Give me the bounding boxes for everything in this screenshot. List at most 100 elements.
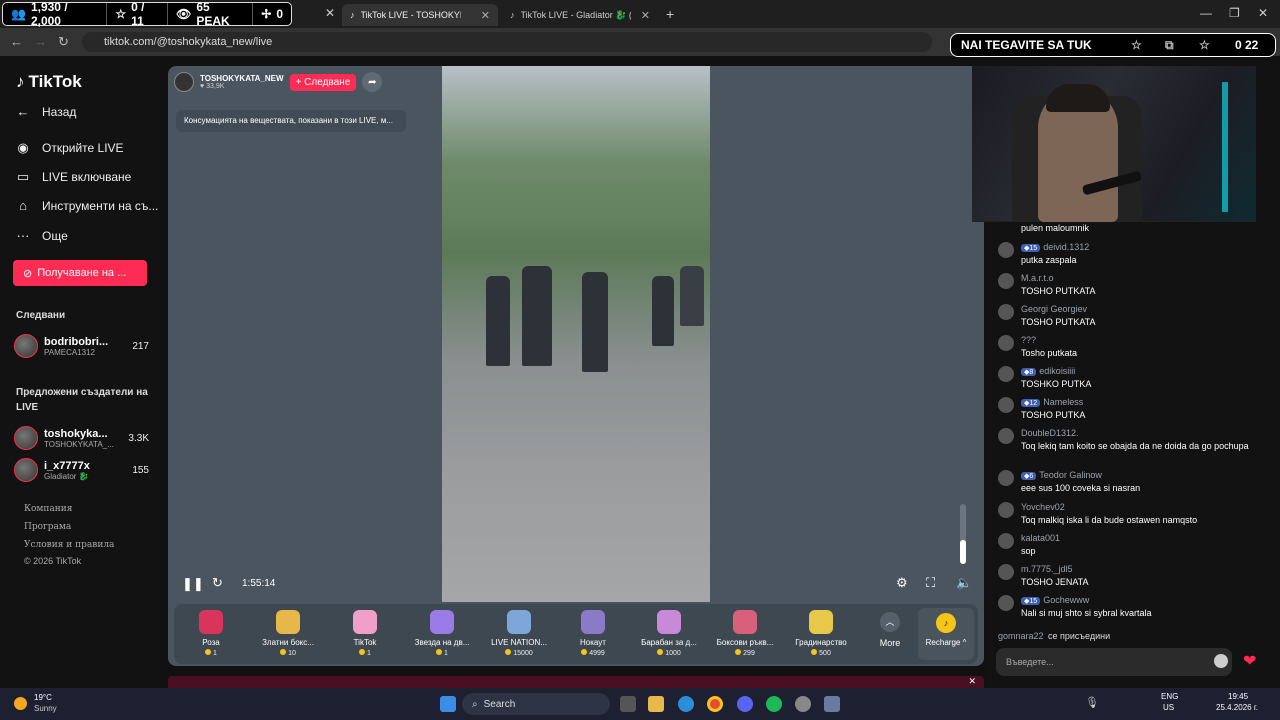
- host-avatar[interactable]: [174, 72, 194, 92]
- mic-icon[interactable]: 🎙: [1085, 696, 1099, 709]
- clock-date[interactable]: 25.4.2026 г.: [1216, 703, 1258, 712]
- live-discover-icon: ◉: [17, 140, 29, 155]
- avatar[interactable]: [998, 595, 1014, 611]
- gift-item[interactable]: TikTok 1: [328, 610, 402, 657]
- gift-icon: [276, 610, 300, 634]
- close-tab-icon[interactable]: ✕: [481, 9, 490, 22]
- video-scene: [462, 256, 704, 386]
- overlay-counter: 0 22: [1235, 38, 1259, 52]
- suggested-creator-item[interactable]: i_x7777x Gladiator 🐉 155: [14, 456, 149, 484]
- discord-icon[interactable]: [737, 696, 753, 712]
- weather-temp[interactable]: 19°C: [34, 693, 52, 702]
- live-video[interactable]: [442, 66, 710, 602]
- reload-icon[interactable]: ↻: [58, 34, 69, 50]
- sidebar-item-go-live[interactable]: ▭ LIVE включване: [14, 169, 159, 185]
- forward-arrow-icon[interactable]: →: [34, 34, 47, 49]
- settings-icon[interactable]: [824, 696, 840, 712]
- share-icon[interactable]: ➦: [362, 72, 383, 92]
- clock-time[interactable]: 19:45: [1228, 692, 1248, 701]
- minimize-icon[interactable]: —: [1200, 6, 1212, 20]
- volume-slider[interactable]: [960, 504, 966, 564]
- volume-icon[interactable]: 🔈: [956, 575, 972, 591]
- restore-icon[interactable]: ❐: [1229, 6, 1240, 20]
- tiktok-note-icon: ♪: [16, 72, 25, 91]
- avatar[interactable]: [998, 242, 1014, 258]
- avatar[interactable]: [998, 335, 1014, 351]
- weather-desc[interactable]: Sunny: [34, 704, 57, 713]
- gift-item[interactable]: Роза 1: [174, 610, 248, 657]
- gift-item[interactable]: Златни бокс... 10: [251, 610, 325, 657]
- sidebar-item-discover-live[interactable]: ◉ Открийте LIVE: [14, 140, 159, 156]
- pause-icon[interactable]: ❚❚: [182, 576, 204, 592]
- camera-icon: ▭: [16, 169, 30, 184]
- coin-icon: [359, 649, 366, 655]
- close-tab-icon[interactable]: ✕: [325, 6, 335, 20]
- close-tab-icon[interactable]: ✕: [641, 9, 650, 22]
- chrome-icon[interactable]: [707, 696, 723, 712]
- following-item[interactable]: bodribobri... PAMECA1312 217: [14, 332, 149, 360]
- avatar[interactable]: [998, 366, 1014, 382]
- settings-gear-icon[interactable]: ⚙: [896, 575, 908, 591]
- task-view-icon[interactable]: [620, 696, 636, 712]
- sidebar-item-more[interactable]: ··· Още: [14, 228, 159, 243]
- footer-company-link[interactable]: Компания: [24, 504, 72, 514]
- gift-item[interactable]: Звезда на дв... 1: [405, 610, 479, 657]
- gift-bar: ︿ More ♪ Recharge ^ Роза 1 Златни бокс... 1…: [174, 604, 978, 664]
- get-coins-button[interactable]: ⊘ Получаване на ...: [13, 260, 147, 286]
- app-icon[interactable]: [795, 696, 811, 712]
- coin-icon: [581, 649, 588, 655]
- suggested-creator-item[interactable]: toshokyka... TOSHOKYKATA_... 3.3K: [14, 424, 149, 452]
- avatar[interactable]: [998, 470, 1014, 486]
- emoji-icon[interactable]: [1214, 654, 1228, 668]
- footer-program-link[interactable]: Програма: [24, 522, 71, 532]
- gift-item[interactable]: Нокаут 4999: [556, 610, 630, 657]
- chat-input[interactable]: Въведете...: [996, 648, 1232, 676]
- windows-start-icon[interactable]: [440, 696, 456, 712]
- stream-stats-overlay: 👥 1,930 / 2,000 ☆ 0 / 11 👁 65 PEAK ✢ 0: [2, 0, 292, 28]
- window-close-icon[interactable]: ✕: [1258, 6, 1268, 20]
- close-icon[interactable]: ✕: [968, 676, 976, 687]
- avatar[interactable]: [998, 273, 1014, 289]
- gift-icon: [657, 610, 681, 634]
- gift-item[interactable]: Боксови ръкв... 299: [708, 610, 782, 657]
- sidebar-item-tools[interactable]: ⌂ Инструменти на съ...: [14, 198, 159, 213]
- more-gifts-button[interactable]: ︿ More: [870, 612, 910, 648]
- back-arrow-icon[interactable]: ←: [10, 34, 23, 49]
- extensions-icon[interactable]: ⧉: [1165, 38, 1174, 53]
- follow-button[interactable]: + Следване: [289, 73, 357, 91]
- avatar[interactable]: [998, 564, 1014, 580]
- avatar[interactable]: [998, 304, 1014, 320]
- tab-tiktok-live-gladiator[interactable]: ♪ TikTok LIVE - Gladiator 🐉 (@... ✕: [502, 4, 658, 26]
- spotify-icon[interactable]: [766, 696, 782, 712]
- heart-icon[interactable]: ❤: [1243, 651, 1256, 671]
- gift-icon: [507, 610, 531, 634]
- gift-item[interactable]: Барабан за д... 1000: [632, 610, 706, 657]
- edge-icon[interactable]: [678, 696, 694, 712]
- tab-tiktok-live-tosho[interactable]: ♪ TikTok LIVE - TOSHOKYKATA ✕: [342, 4, 498, 26]
- tiktok-logo[interactable]: ♪ TikTok: [16, 72, 82, 92]
- chat-username: edikoisiiii: [1039, 366, 1076, 376]
- avatar[interactable]: [998, 428, 1014, 444]
- gift-item[interactable]: LIVE NATION... 15000: [482, 610, 556, 657]
- bookmark-star-icon[interactable]: ☆: [1131, 38, 1142, 52]
- chat-text: TOSHKO PUTKA: [1021, 379, 1092, 389]
- address-bar[interactable]: tiktok.com/@toshokykata_new/live: [82, 32, 932, 52]
- fullscreen-icon[interactable]: ⛶: [926, 575, 935, 591]
- back-link[interactable]: ← Назад: [14, 104, 159, 119]
- chat-text: TOSHO PUTKATA: [1021, 317, 1096, 327]
- recharge-button[interactable]: ♪ Recharge ^: [918, 608, 974, 660]
- footer-terms-link[interactable]: Условия и правила: [24, 540, 114, 550]
- avatar[interactable]: [998, 502, 1014, 518]
- new-tab-icon[interactable]: +: [666, 6, 674, 22]
- taskbar-search[interactable]: ⌕ Search: [462, 693, 610, 715]
- avatar[interactable]: [998, 533, 1014, 549]
- avatar[interactable]: [998, 397, 1014, 413]
- bottom-banner: ✕: [168, 676, 984, 688]
- favorites-icon[interactable]: ☆: [1199, 38, 1210, 52]
- chat-username: Gochewww: [1043, 595, 1090, 605]
- refresh-icon[interactable]: ↻: [212, 575, 223, 591]
- footer-copyright: © 2026 TikTok: [24, 556, 82, 566]
- file-explorer-icon[interactable]: [648, 696, 664, 712]
- gift-item[interactable]: Градинарство 500: [784, 610, 858, 657]
- lang-indicator[interactable]: ENG: [1161, 692, 1178, 701]
